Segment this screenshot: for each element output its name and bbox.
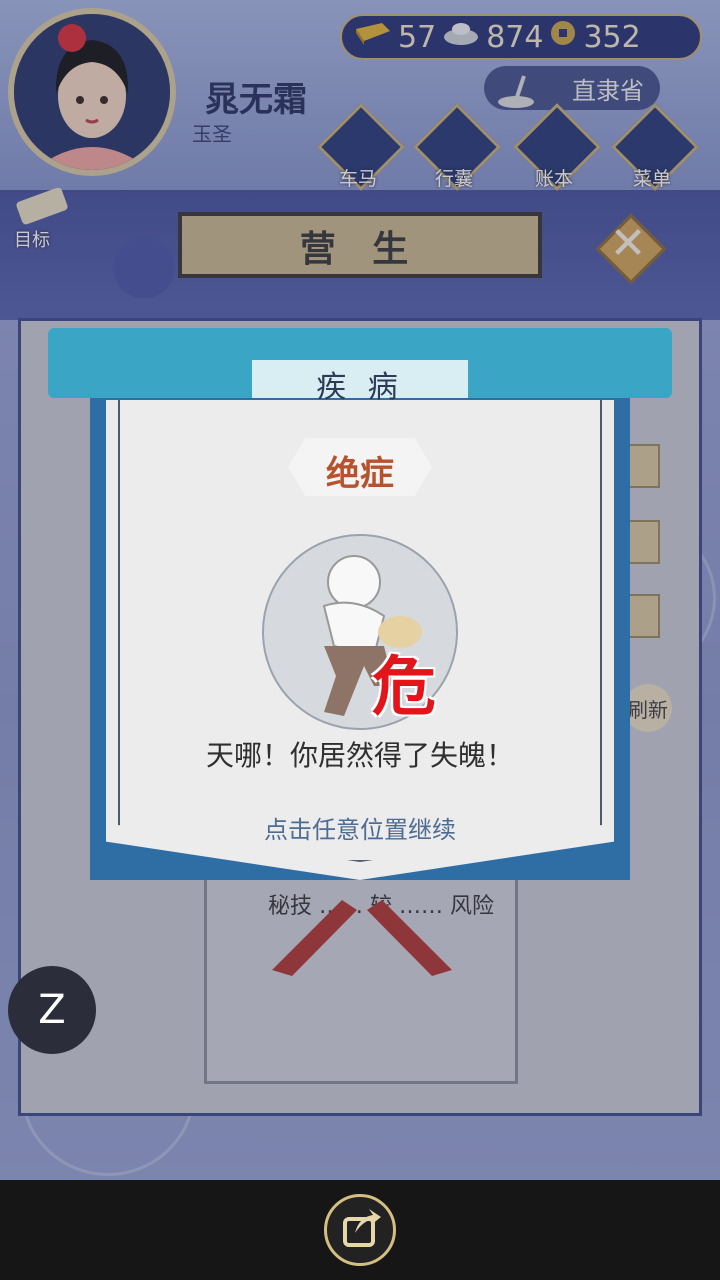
danger-glyph: 危 — [372, 651, 436, 725]
event-message: 天哪！你居然得了失魄！ — [205, 739, 514, 772]
share-button[interactable] — [324, 1194, 396, 1266]
share-icon — [343, 1209, 381, 1247]
severity-label: 绝症 — [326, 454, 394, 494]
modal-title: 疾 病 — [316, 370, 404, 405]
severity-badge: 绝症 — [282, 438, 438, 496]
z-floating-button[interactable]: Z — [8, 966, 96, 1054]
continue-hint[interactable]: 点击任意位置继续 — [110, 810, 610, 845]
